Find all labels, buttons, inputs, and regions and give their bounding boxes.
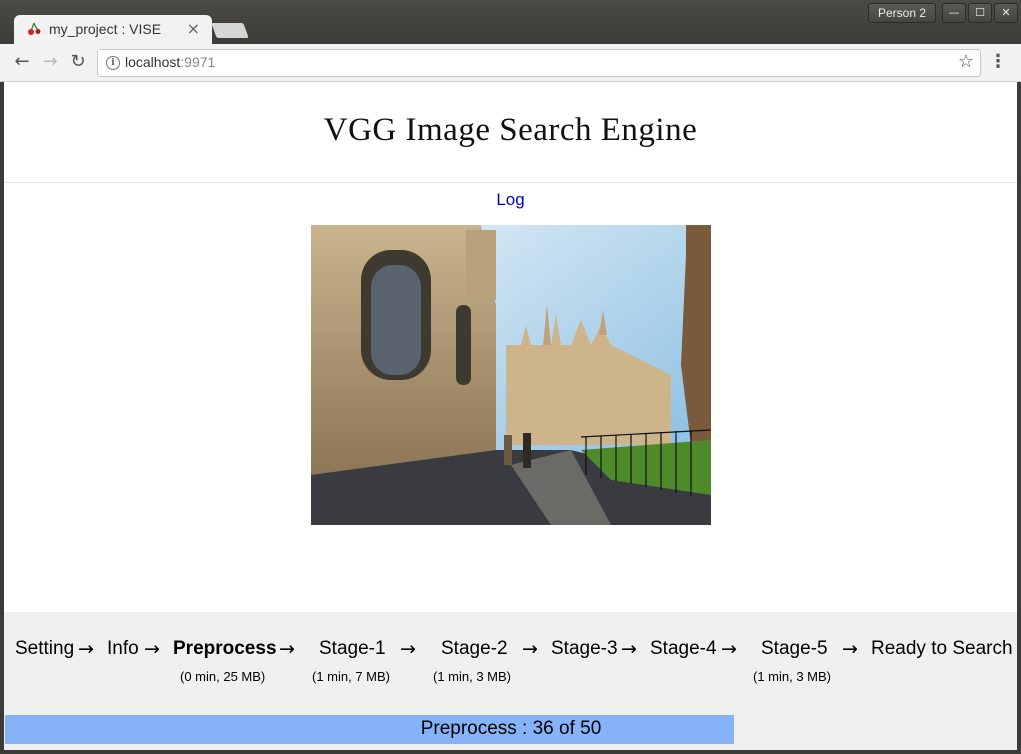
stage-4: Stage-4 (650, 638, 717, 659)
stage-ready-to-search: Ready to Search (871, 638, 1013, 659)
browser-tab[interactable]: my_project : VISE × (14, 15, 212, 44)
stage-arrow: → (78, 638, 94, 660)
stage-5-stat: (1 min, 3 MB) (753, 669, 832, 684)
address-bar[interactable]: i localhost:9971 ☆ (97, 49, 981, 77)
stage-2: Stage-2 (441, 638, 508, 659)
stage-1: Stage-1 (319, 638, 386, 659)
browser-toolbar: ← → ↻ i localhost:9971 ☆ ⋮ (0, 44, 1021, 82)
stage-1-stat: (1 min, 7 MB) (312, 669, 391, 684)
tab-close-icon[interactable]: × (187, 19, 200, 38)
reload-icon[interactable]: ↻ (67, 51, 89, 73)
stage-arrow: → (522, 638, 538, 660)
new-tab-button[interactable] (211, 23, 249, 38)
star-icon[interactable]: ☆ (958, 51, 974, 72)
url-text[interactable]: localhost:9971 (125, 54, 215, 70)
stage-setting: Setting (15, 638, 75, 659)
maximize-icon[interactable]: ☐ (968, 3, 992, 23)
info-icon[interactable]: i (106, 56, 120, 70)
browser-titlebar: my_project : VISE × Person 2 — ☐ ✕ (0, 0, 1021, 44)
stage-preprocess-stat: (0 min, 25 MB) (180, 669, 266, 684)
progress-text: Preprocess : 36 of 50 (420, 718, 602, 739)
stage-arrow: → (721, 638, 737, 660)
stage-arrow: → (400, 638, 416, 660)
stage-arrow: → (842, 638, 858, 660)
stage-info: Info (107, 638, 139, 659)
cherry-favicon-icon (28, 22, 41, 35)
tab-title: my_project : VISE (49, 21, 162, 37)
log-link[interactable]: Log (4, 190, 1017, 210)
arrow-left-icon[interactable]: ← (11, 51, 33, 73)
progress-bar: Preprocess : 36 of 50 (5, 715, 1017, 744)
stage-arrow: → (279, 638, 295, 660)
profile-button[interactable]: Person 2 (868, 3, 936, 23)
kebab-menu-icon[interactable]: ⋮ (988, 51, 1008, 73)
divider (4, 182, 1017, 183)
page-content: VGG Image Search Engine Log Setting → In… (4, 82, 1017, 750)
stage-3: Stage-3 (551, 638, 618, 659)
stage-arrow: → (144, 638, 160, 660)
pipeline-panel: Setting → Info → Preprocess (0 min, 25 M… (4, 612, 1017, 750)
arrow-right-icon[interactable]: → (39, 51, 61, 73)
close-window-icon[interactable]: ✕ (994, 3, 1018, 23)
stage-2-stat: (1 min, 3 MB) (433, 669, 512, 684)
minimize-icon[interactable]: — (942, 3, 966, 23)
stage-arrow: → (621, 638, 637, 660)
dataset-image (311, 225, 711, 525)
page-title: VGG Image Search Engine (323, 112, 698, 148)
stage-5: Stage-5 (761, 638, 828, 659)
stage-preprocess: Preprocess (173, 638, 277, 659)
